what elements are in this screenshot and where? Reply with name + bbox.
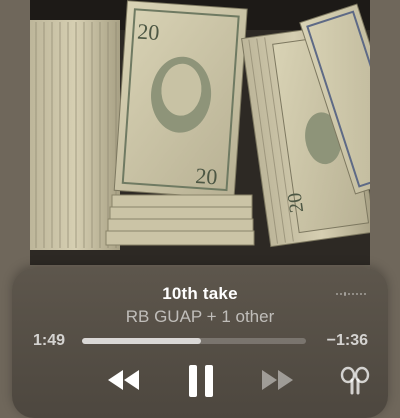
pause-button[interactable] [187, 364, 215, 403]
fast-forward-icon [262, 370, 293, 390]
elapsed-time: 1:49 [33, 332, 66, 349]
rewind-button[interactable] [107, 369, 141, 396]
rewind-icon [108, 370, 139, 390]
airpods-icon [340, 366, 370, 395]
audio-output-button[interactable] [338, 366, 372, 401]
now-playing-card: 10th take RB GUAP + 1 other 1:49 −1:36 [12, 268, 388, 418]
progress-scrubber[interactable] [82, 338, 306, 344]
bill-denomination: 20 [137, 19, 161, 45]
track-artist[interactable]: RB GUAP + 1 other [12, 307, 388, 327]
album-artwork: 20 20 20 [30, 0, 370, 265]
track-title[interactable]: 10th take [12, 284, 388, 304]
artwork-image: 20 20 20 [30, 0, 370, 265]
remaining-time: −1:36 [326, 332, 368, 349]
fast-forward-button[interactable] [260, 369, 294, 396]
progress-fill [82, 338, 201, 344]
bill-denomination: 20 [284, 191, 309, 214]
bill-denomination: 20 [195, 163, 219, 189]
playback-controls [12, 364, 388, 400]
pause-icon [189, 365, 213, 397]
